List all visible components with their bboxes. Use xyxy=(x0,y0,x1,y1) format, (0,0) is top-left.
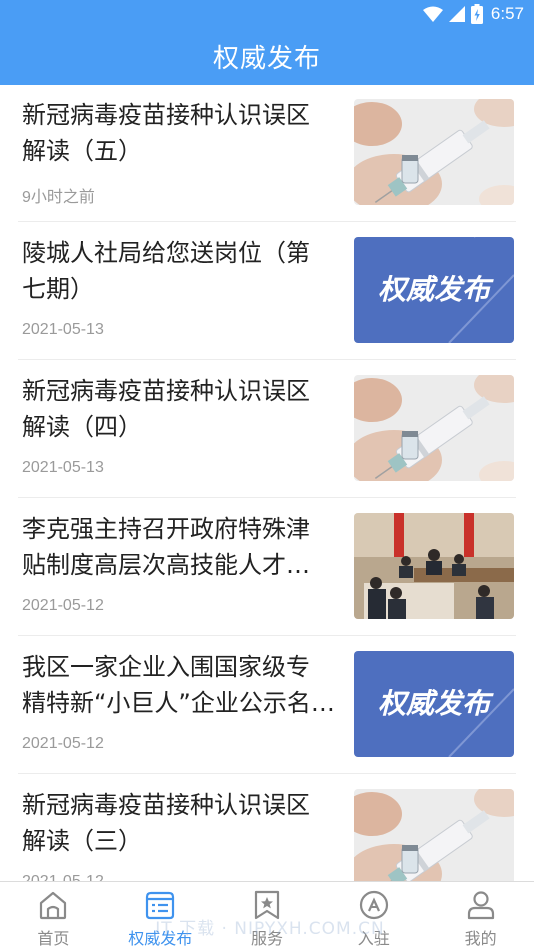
quanwei-fabu-thumbnail: 权威发布 xyxy=(354,651,514,757)
status-time: 6:57 xyxy=(490,4,524,23)
wifi-icon xyxy=(422,6,443,22)
news-date: 2021-05-13 xyxy=(22,459,104,476)
home-icon xyxy=(40,891,67,920)
news-title: 我区一家企业入围国家级专 精特新“小巨人”企业公示名… xyxy=(22,649,344,721)
news-title-line: 解读（四） xyxy=(22,413,142,441)
news-item[interactable]: 陵城人社局给您送岗位（第 七期） 2021-05-13 权威发布 xyxy=(18,223,516,360)
tab-label: 权威发布 xyxy=(128,929,193,948)
app-header: 权威发布 xyxy=(0,28,534,85)
news-date: 2021-05-13 xyxy=(22,321,104,338)
list-icon xyxy=(146,891,175,920)
vaccine-thumbnail xyxy=(354,99,514,205)
tab-home[interactable]: 首页 xyxy=(0,882,107,950)
cell-signal-icon xyxy=(448,6,465,22)
news-title-line: 李克强主持召开政府特殊津 xyxy=(22,515,310,543)
tab-mine[interactable]: 我的 xyxy=(427,882,534,950)
tab-label: 入驻 xyxy=(357,929,390,948)
news-title-line: 新冠病毒疫苗接种认识误区 xyxy=(22,791,310,819)
news-date: 9小时之前 xyxy=(22,189,95,206)
news-title-line: 我区一家企业入围国家级专 xyxy=(22,653,310,681)
news-date: 2021-05-12 xyxy=(22,735,104,752)
star-bookmark-icon xyxy=(254,890,280,920)
user-icon xyxy=(467,891,494,920)
news-title: 新冠病毒疫苗接种认识误区 解读（四） xyxy=(22,373,344,445)
tab-entry[interactable]: 入驻 xyxy=(320,882,427,950)
status-bar: 6:57 xyxy=(0,0,534,28)
news-date: 2021-05-12 xyxy=(22,873,104,881)
news-list[interactable]: 新冠病毒疫苗接种认识误区 解读（五） 9小时之前 陵城人社局给您送岗位（第 七期… xyxy=(0,85,534,881)
vaccine-thumbnail xyxy=(354,375,514,481)
news-title: 陵城人社局给您送岗位（第 七期） xyxy=(22,235,344,307)
news-title: 新冠病毒疫苗接种认识误区 解读（五） xyxy=(22,97,344,169)
banner-logo-text: 权威发布 xyxy=(378,273,494,306)
news-item[interactable]: 新冠病毒疫苗接种认识误区 解读（四） 2021-05-13 xyxy=(18,361,516,498)
bottom-nav: 首页 权威发布 服务 入驻 我的 xyxy=(0,881,534,950)
vaccine-thumbnail xyxy=(354,789,514,881)
news-title-line: 解读（三） xyxy=(22,827,142,855)
news-date: 2021-05-12 xyxy=(22,597,104,614)
news-title-line: 七期） xyxy=(22,275,94,303)
news-title-line: 贴制度高层次高技能人才… xyxy=(22,551,310,579)
news-title: 新冠病毒疫苗接种认识误区 解读（三） xyxy=(22,787,344,859)
tab-quanwei-fabu[interactable]: 权威发布 xyxy=(107,882,214,950)
tab-label: 我的 xyxy=(464,929,497,948)
entry-icon xyxy=(359,890,388,920)
meeting-thumbnail xyxy=(354,513,514,619)
page-title: 权威发布 xyxy=(212,44,321,74)
tab-label: 服务 xyxy=(250,929,283,948)
battery-icon xyxy=(470,4,483,24)
news-item[interactable]: 新冠病毒疫苗接种认识误区 解读（三） 2021-05-12 xyxy=(18,775,516,881)
quanwei-fabu-thumbnail: 权威发布 xyxy=(354,237,514,343)
news-title-line: 新冠病毒疫苗接种认识误区 xyxy=(22,101,310,129)
banner-logo-text: 权威发布 xyxy=(378,687,494,720)
tab-label: 首页 xyxy=(37,929,70,948)
news-item[interactable]: 李克强主持召开政府特殊津 贴制度高层次高技能人才… 2021-05-12 xyxy=(18,499,516,636)
news-title-line: 解读（五） xyxy=(22,137,142,165)
news-item[interactable]: 新冠病毒疫苗接种认识误区 解读（五） 9小时之前 xyxy=(18,85,516,222)
news-item[interactable]: 我区一家企业入围国家级专 精特新“小巨人”企业公示名… 2021-05-12 权… xyxy=(18,637,516,774)
news-title-line: 新冠病毒疫苗接种认识误区 xyxy=(22,377,310,405)
tab-service[interactable]: 服务 xyxy=(214,882,321,950)
news-title: 李克强主持召开政府特殊津 贴制度高层次高技能人才… xyxy=(22,511,344,583)
news-title-line: 精特新“小巨人”企业公示名… xyxy=(22,689,335,717)
news-title-line: 陵城人社局给您送岗位（第 xyxy=(22,239,310,267)
